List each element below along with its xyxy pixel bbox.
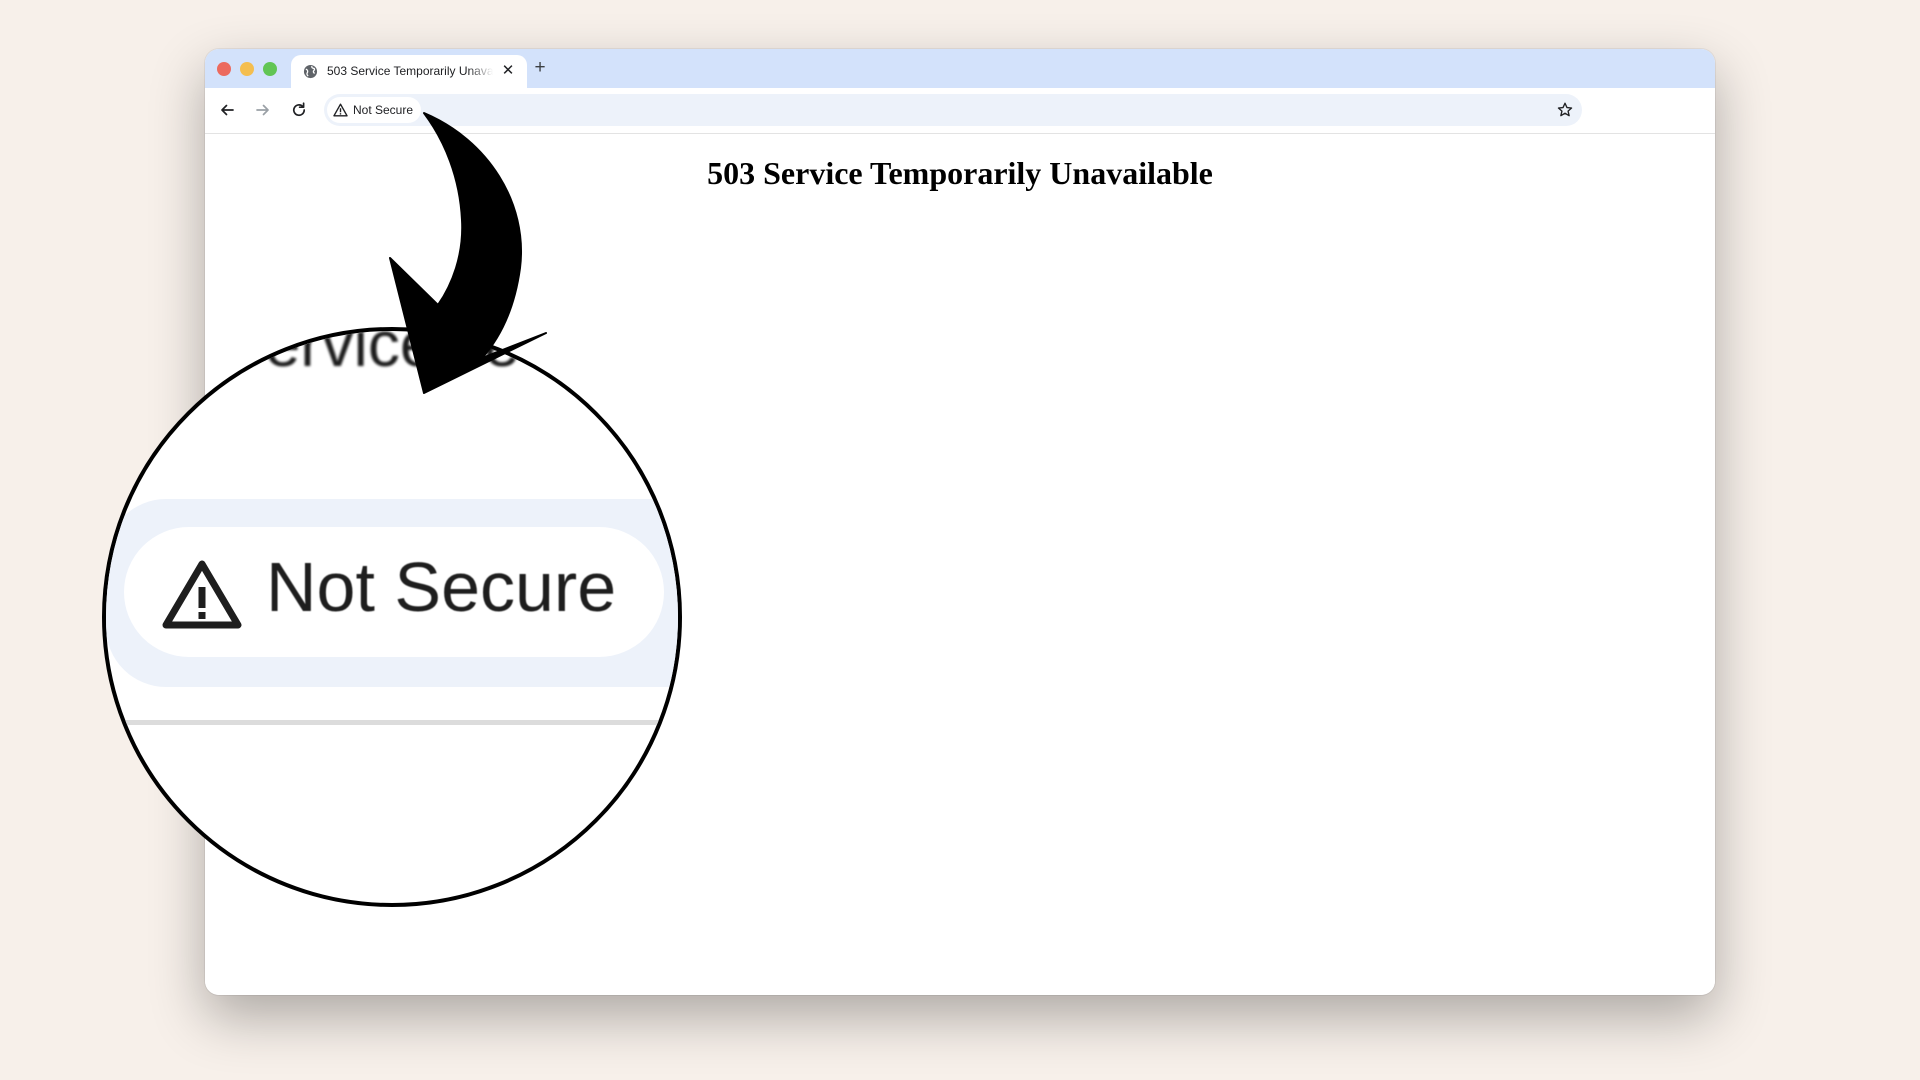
minimize-window-button[interactable]: [240, 62, 254, 76]
tab-bar: 503 Service Temporarily Unavailable ✕ +: [205, 49, 1715, 88]
close-window-button[interactable]: [217, 62, 231, 76]
maximize-window-button[interactable]: [263, 62, 277, 76]
zoomed-security-label: Not Secure: [266, 548, 617, 626]
page-title: 503 Service Temporarily Unavailable: [707, 155, 1213, 191]
zoomed-page-text: Service Te: [222, 327, 520, 380]
plus-icon[interactable]: +: [530, 58, 550, 78]
tab-title: 503 Service Temporarily Unavailable: [327, 64, 493, 78]
address-bar[interactable]: Not Secure: [324, 94, 1582, 126]
back-arrow-icon[interactable]: [217, 100, 237, 120]
warning-triangle-icon: [162, 560, 242, 629]
security-label: Not Secure: [353, 103, 414, 117]
security-chip[interactable]: Not Secure: [327, 97, 422, 123]
zoomed-toolbar-divider: [106, 720, 678, 725]
screenshot-stage: 503 Service Temporarily Unavailable ✕ +: [0, 0, 1920, 1080]
magnifier-callout: Service Te Not Secure: [102, 327, 682, 907]
zoomed-security-chip: Not Secure: [124, 527, 664, 657]
reload-icon[interactable]: [289, 100, 309, 120]
tab-active[interactable]: 503 Service Temporarily Unavailable ✕: [291, 55, 527, 88]
star-icon[interactable]: [1556, 101, 1574, 119]
warning-triangle-icon: [333, 103, 348, 117]
globe-icon: [303, 64, 318, 79]
forward-arrow-icon[interactable]: [253, 100, 273, 120]
close-icon[interactable]: ✕: [500, 63, 516, 79]
browser-toolbar: Not Secure: [205, 88, 1715, 134]
